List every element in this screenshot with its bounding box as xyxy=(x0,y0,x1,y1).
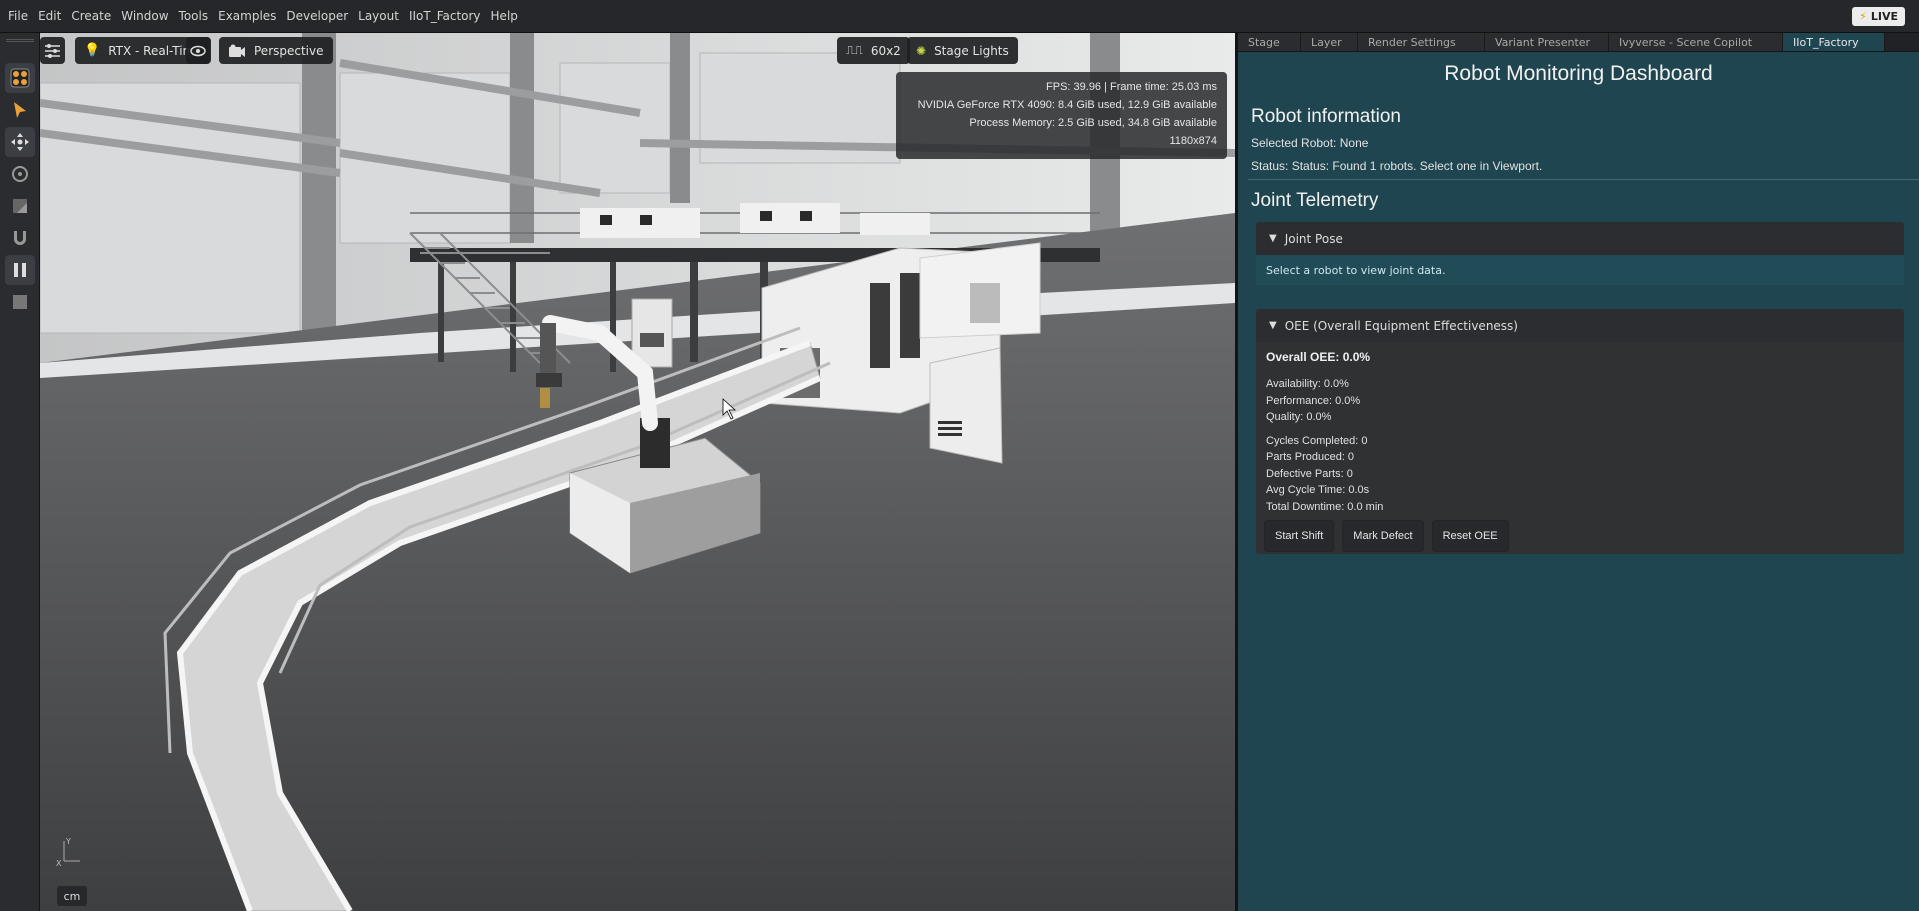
light-sun-icon: ✺ xyxy=(916,43,927,58)
scale-tool[interactable] xyxy=(5,191,35,221)
move-tool[interactable] xyxy=(5,127,35,157)
tab-scene-copilot[interactable]: Ivyverse - Scene Copilot xyxy=(1609,33,1783,51)
menu-examples[interactable]: Examples xyxy=(218,9,276,23)
tab-render-settings[interactable]: Render Settings xyxy=(1358,33,1485,51)
camera-button[interactable]: Perspective xyxy=(219,37,333,64)
joint-pose-hint: Select a robot to view joint data. xyxy=(1256,255,1904,285)
tab-layer[interactable]: Layer xyxy=(1301,33,1358,51)
visibility-button[interactable] xyxy=(186,37,210,64)
quality-text: Quality: 0.0% xyxy=(1266,411,1332,423)
joint-telemetry-heading: Joint Telemetry xyxy=(1251,190,1379,211)
menu-layout[interactable]: Layout xyxy=(358,9,399,23)
sliders-icon xyxy=(45,44,60,58)
selected-robot-text: Selected Robot: None xyxy=(1251,136,1369,150)
overall-oee: Overall OEE: 0.0% xyxy=(1266,350,1371,364)
lightbulb-icon: 💡 xyxy=(84,43,101,58)
robot-info-heading: Robot information xyxy=(1251,106,1401,127)
cursor-arrow-icon xyxy=(14,102,26,118)
selection-mode-icon xyxy=(10,68,30,88)
toolbar-grip[interactable] xyxy=(6,39,34,42)
stop-button[interactable] xyxy=(5,287,35,317)
move-arrows-icon xyxy=(11,133,29,151)
menu-tools[interactable]: Tools xyxy=(179,9,209,23)
menu-help[interactable]: Help xyxy=(491,9,518,23)
joint-pose-header[interactable]: ▼ Joint Pose xyxy=(1256,222,1904,255)
waveform-icon: ⎍⎍ xyxy=(846,43,863,57)
stage-lights-button[interactable]: ✺ Stage Lights xyxy=(907,37,1018,64)
eye-icon xyxy=(190,45,206,56)
snap-tool[interactable] xyxy=(5,223,35,253)
parts-produced-text: Parts Produced: 0 xyxy=(1266,451,1355,463)
axis-y-label: Y xyxy=(65,837,71,846)
lightning-icon: ⚡ xyxy=(1859,10,1867,23)
joint-pose-title: Joint Pose xyxy=(1284,231,1343,246)
defective-parts-text: Defective Parts: 0 xyxy=(1266,467,1353,480)
rotate-icon xyxy=(12,166,28,182)
panel-tab-bar: Stage Layer Render Settings Variant Pres… xyxy=(1238,33,1919,52)
menu-window[interactable]: Window xyxy=(121,9,168,23)
total-downtime-text: Total Downtime: 0.0 min xyxy=(1266,500,1384,513)
stage-lights-label: Stage Lights xyxy=(934,43,1009,58)
unit-chip[interactable]: cm xyxy=(57,886,87,906)
tab-stage[interactable]: Stage xyxy=(1238,33,1301,51)
robot-status-text: Status: Status: Found 1 robots. Select o… xyxy=(1251,159,1543,173)
collapse-triangle-icon: ▼ xyxy=(1269,233,1277,244)
availability-text: Availability: 0.0% xyxy=(1266,378,1349,390)
left-toolbar xyxy=(0,33,40,911)
select-mode-tool[interactable] xyxy=(5,63,35,93)
menu-bar: File Edit Create Window Tools Examples D… xyxy=(0,0,1919,33)
oee-panel: ▼ OEE (Overall Equipment Effectiveness) … xyxy=(1256,309,1904,554)
right-panel: Stage Layer Render Settings Variant Pres… xyxy=(1235,33,1919,911)
magnet-icon xyxy=(14,231,26,245)
menu-iiot-factory[interactable]: IIoT_Factory xyxy=(409,9,481,23)
avg-cycle-time-text: Avg Cycle Time: 0.0s xyxy=(1266,484,1370,496)
menu-edit[interactable]: Edit xyxy=(38,9,61,23)
live-label: LIVE xyxy=(1870,10,1898,23)
menu-create[interactable]: Create xyxy=(71,9,111,23)
viewport[interactable]: 💡 RTX - Real-Time Perspective ⎍⎍ 60x2 ✺ … xyxy=(40,33,1235,911)
resolution-chip-label: 60x2 xyxy=(870,43,901,58)
cycles-completed-text: Cycles Completed: 0 xyxy=(1266,434,1368,447)
cnc-machine-small[interactable] xyxy=(929,347,1003,464)
section-divider xyxy=(1248,179,1919,180)
reset-oee-button[interactable]: Reset OEE xyxy=(1431,520,1509,552)
factory-scene[interactable] xyxy=(40,33,1235,911)
oee-button-row: Start Shift Mark Defect Reset OEE xyxy=(1256,520,1904,552)
resolution-button[interactable]: ⎍⎍ 60x2 xyxy=(837,37,910,64)
dashboard-title: Robot Monitoring Dashboard xyxy=(1444,62,1713,85)
camera-label: Perspective xyxy=(254,43,324,58)
stop-icon xyxy=(13,295,27,309)
axis-gizmo: Y X xyxy=(54,835,84,871)
menu-developer[interactable]: Developer xyxy=(286,9,348,23)
joint-pose-panel: ▼ Joint Pose Select a robot to view join… xyxy=(1256,222,1904,285)
mark-defect-button[interactable]: Mark Defect xyxy=(1342,520,1424,552)
pause-button[interactable] xyxy=(5,255,35,285)
start-shift-button[interactable]: Start Shift xyxy=(1264,520,1335,552)
select-tool[interactable] xyxy=(5,95,35,125)
performance-stats: FPS: 39.96 | Frame time: 25.03 ms NVIDIA… xyxy=(896,72,1227,159)
tab-iiot-factory[interactable]: IIoT_Factory xyxy=(1783,33,1885,51)
camera-icon xyxy=(229,44,245,57)
fps-readout: FPS: 39.96 | Frame time: 25.03 ms xyxy=(1046,81,1217,93)
tab-variant-presenter[interactable]: Variant Presenter xyxy=(1485,33,1609,51)
pause-icon xyxy=(14,263,26,277)
gpu-readout: NVIDIA GeForce RTX 4090: 8.4 GiB used, 1… xyxy=(917,99,1217,111)
menu-file[interactable]: File xyxy=(8,9,28,23)
collapse-triangle-icon: ▼ xyxy=(1269,320,1277,331)
oee-header[interactable]: ▼ OEE (Overall Equipment Effectiveness) xyxy=(1256,309,1904,342)
performance-text: Performance: 0.0% xyxy=(1266,394,1361,407)
oee-title: OEE (Overall Equipment Effectiveness) xyxy=(1284,318,1518,333)
viewport-settings-button[interactable] xyxy=(40,37,65,64)
memory-readout: Process Memory: 2.5 GiB used, 34.8 GiB a… xyxy=(969,117,1217,129)
resolution-readout: 1180x874 xyxy=(1169,135,1217,147)
machine-cell-right[interactable] xyxy=(919,242,1041,339)
axis-x-label: X xyxy=(56,859,62,867)
live-badge[interactable]: ⚡ LIVE xyxy=(1852,7,1905,26)
rotate-tool[interactable] xyxy=(5,159,35,189)
scale-icon xyxy=(13,199,27,213)
